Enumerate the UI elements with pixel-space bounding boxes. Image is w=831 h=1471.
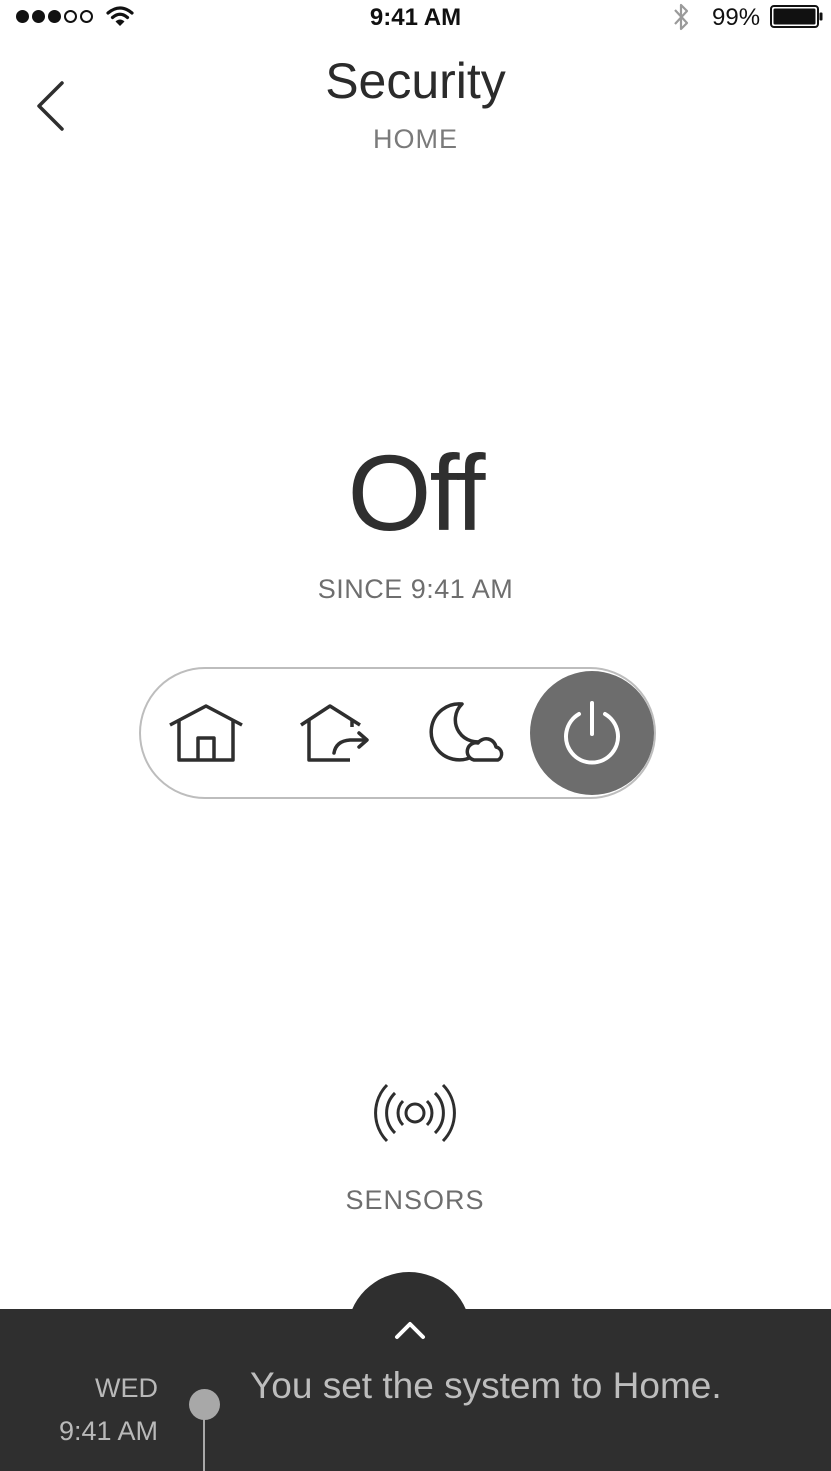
event-day: WED (95, 1373, 158, 1403)
status-bar: 9:41 AM 99% (0, 0, 831, 34)
security-state: Off (347, 432, 485, 553)
timeline-dot (189, 1389, 220, 1420)
mode-home-button[interactable] (141, 669, 271, 797)
away-icon (300, 704, 369, 762)
sensors-label: SENSORS (345, 1185, 485, 1215)
mode-away-button[interactable] (271, 669, 401, 797)
power-icon (564, 701, 620, 765)
page-title: Security (325, 53, 506, 109)
page-subtitle: HOME (373, 124, 458, 154)
home-icon (169, 704, 243, 762)
sensors-button[interactable]: SENSORS (315, 1070, 515, 1230)
sensor-signal-icon (374, 1083, 456, 1143)
mode-off-button[interactable] (529, 669, 655, 797)
event-description[interactable]: You set the system to Home. (250, 1364, 810, 1408)
state-since: SINCE 9:41 AM (317, 574, 514, 604)
mode-night-button[interactable] (401, 669, 531, 797)
mode-selector (139, 667, 656, 799)
mode-off-active (530, 671, 654, 795)
status-time: 9:41 AM (369, 4, 462, 31)
event-time: 9:41 AM (58, 1416, 158, 1446)
night-icon (429, 702, 504, 762)
bluetooth-icon (674, 3, 689, 31)
chevron-up-icon[interactable] (394, 1320, 426, 1340)
battery-icon (770, 5, 823, 28)
battery-percentage: 99% (712, 4, 761, 31)
